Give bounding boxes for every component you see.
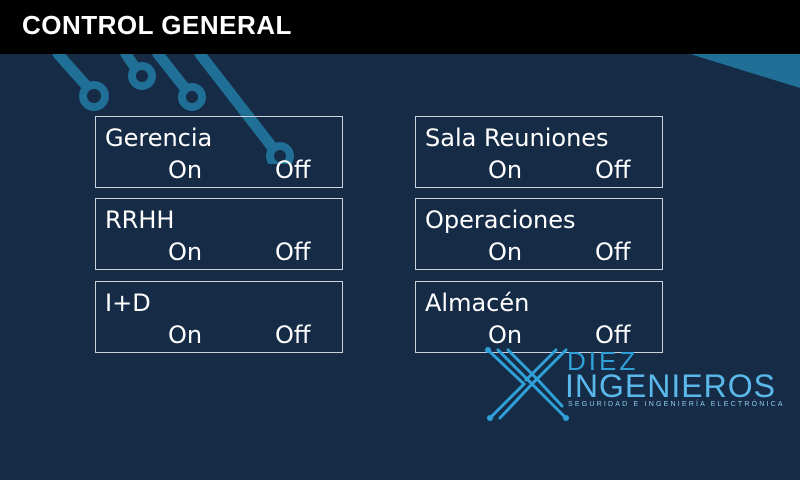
zone-panel-sala-reuniones: Sala Reuniones On Off — [415, 116, 663, 188]
off-button[interactable]: Off — [595, 237, 630, 267]
off-button[interactable]: Off — [595, 155, 630, 185]
zone-label: Operaciones — [425, 206, 576, 234]
off-button[interactable]: Off — [275, 237, 310, 267]
zone-panel-almacen: Almacén On Off — [415, 281, 663, 353]
zone-label: I+D — [105, 289, 151, 317]
zone-label: RRHH — [105, 206, 175, 234]
on-button[interactable]: On — [488, 155, 522, 185]
logo-tagline: SEGURIDAD E INGENIERÍA ELECTRÓNICA — [568, 401, 785, 408]
zone-panel-i-d: I+D On Off — [95, 281, 343, 353]
zone-panel-rrhh: RRHH On Off — [95, 198, 343, 270]
title-bar: CONTROL GENERAL — [0, 0, 800, 54]
zone-panel-operaciones: Operaciones On Off — [415, 198, 663, 270]
on-button[interactable]: On — [488, 237, 522, 267]
company-logo: DIEZ INGENIEROS SEGURIDAD E INGENIERÍA E… — [480, 346, 783, 421]
on-button[interactable]: On — [168, 237, 202, 267]
zone-label: Sala Reuniones — [425, 124, 609, 152]
logo-x-mark — [485, 347, 569, 421]
off-button[interactable]: Off — [275, 320, 310, 350]
zone-label: Gerencia — [105, 124, 213, 152]
logo-text-ingenieros: INGENIEROS — [565, 368, 776, 404]
on-button[interactable]: On — [168, 320, 202, 350]
off-button[interactable]: Off — [275, 155, 310, 185]
on-button[interactable]: On — [168, 155, 202, 185]
zone-label: Almacén — [425, 289, 530, 317]
zone-panel-gerencia: Gerencia On Off — [95, 116, 343, 188]
page-title: CONTROL GENERAL — [22, 10, 292, 40]
